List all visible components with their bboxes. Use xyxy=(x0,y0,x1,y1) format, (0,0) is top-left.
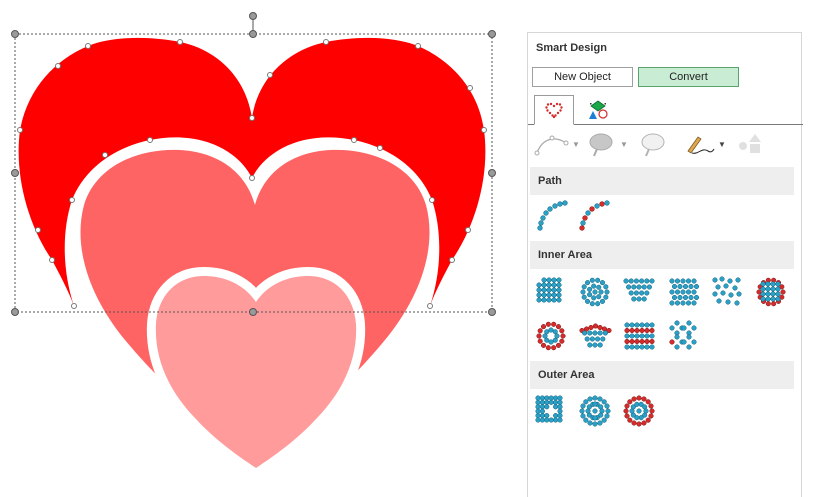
fill-rings-tile[interactable] xyxy=(533,319,569,353)
drawing-toolbar: ▼ ▼ ▼ xyxy=(528,127,803,161)
brush-fill-tool[interactable]: ▼ xyxy=(588,131,628,157)
outer-rings-icon xyxy=(623,395,655,427)
resize-handle[interactable] xyxy=(249,308,257,316)
tab-heart-outline[interactable] xyxy=(534,95,574,125)
convert-button[interactable]: Convert xyxy=(638,67,739,87)
pencil-line-icon xyxy=(687,136,715,154)
design-canvas[interactable] xyxy=(0,0,520,497)
fill-fan-icon xyxy=(623,278,655,302)
fill-offset-grid-icon xyxy=(669,278,700,306)
fill-diamonds-tile[interactable] xyxy=(665,319,701,353)
fill-concentric-icon xyxy=(580,277,610,307)
heart-outline-icon xyxy=(545,102,563,119)
panel-title: Smart Design xyxy=(536,42,607,54)
resize-handle[interactable] xyxy=(488,30,496,38)
fill-fan-tile[interactable] xyxy=(621,275,657,309)
outer-star-tile[interactable] xyxy=(533,394,569,428)
pencil-line-tool[interactable]: ▼ xyxy=(684,131,726,157)
section-inner-area-header: Inner Area xyxy=(530,241,794,269)
shape-tool[interactable] xyxy=(736,131,766,157)
resize-handle[interactable] xyxy=(11,30,19,38)
fill-mixed-grid-icon xyxy=(756,277,786,307)
path-dual-icon xyxy=(579,200,610,231)
fill-grid-icon xyxy=(536,277,562,303)
tab-shapes[interactable] xyxy=(578,95,618,124)
resize-handle[interactable] xyxy=(249,30,257,38)
path-dual-tile[interactable] xyxy=(576,199,612,233)
section-path-header: Path xyxy=(530,167,794,195)
fill-stripes-icon xyxy=(624,322,655,350)
smart-design-panel: Smart Design New Object Convert ▼ ▼ ▼ Pa… xyxy=(527,32,803,497)
chevron-down-icon[interactable]: ▼ xyxy=(718,140,726,149)
brush-outline-icon xyxy=(641,133,665,157)
fill-diamonds-icon xyxy=(669,320,697,350)
fill-grid-tile[interactable] xyxy=(533,275,569,309)
section-outer-area-header: Outer Area xyxy=(530,361,794,389)
fill-stripes-tile[interactable] xyxy=(621,319,657,353)
fill-arc-icon xyxy=(579,323,612,348)
resize-handle[interactable] xyxy=(488,308,496,316)
fill-mixed-grid-tile[interactable] xyxy=(753,275,789,309)
outer-target-icon xyxy=(579,395,611,427)
fill-random-tile[interactable] xyxy=(709,275,745,309)
outer-star-icon xyxy=(535,395,563,423)
new-object-button[interactable]: New Object xyxy=(532,67,633,87)
fill-rings-icon xyxy=(536,321,566,351)
bezier-path-icon xyxy=(534,135,569,156)
brush-fill-icon xyxy=(589,133,613,157)
resize-handle[interactable] xyxy=(11,169,19,177)
shape-tool-icon xyxy=(739,134,761,153)
path-single-tile[interactable] xyxy=(534,199,570,233)
resize-handle[interactable] xyxy=(488,169,496,177)
heart-small[interactable] xyxy=(155,276,357,468)
chevron-down-icon[interactable]: ▼ xyxy=(572,140,580,149)
chevron-down-icon[interactable]: ▼ xyxy=(620,140,628,149)
fill-random-icon xyxy=(712,276,742,306)
brush-outline-tool[interactable] xyxy=(640,131,670,157)
path-single-icon xyxy=(537,200,568,231)
fill-offset-grid-tile[interactable] xyxy=(665,275,701,309)
tab-bar xyxy=(528,95,803,125)
outer-rings-tile[interactable] xyxy=(621,394,657,428)
bezier-path-tool[interactable]: ▼ xyxy=(534,131,580,157)
rotate-handle[interactable] xyxy=(249,12,257,20)
fill-concentric-tile[interactable] xyxy=(577,275,613,309)
fill-arc-tile[interactable] xyxy=(577,319,613,353)
resize-handle[interactable] xyxy=(11,308,19,316)
outer-target-tile[interactable] xyxy=(577,394,613,428)
shapes-icon xyxy=(589,100,608,119)
